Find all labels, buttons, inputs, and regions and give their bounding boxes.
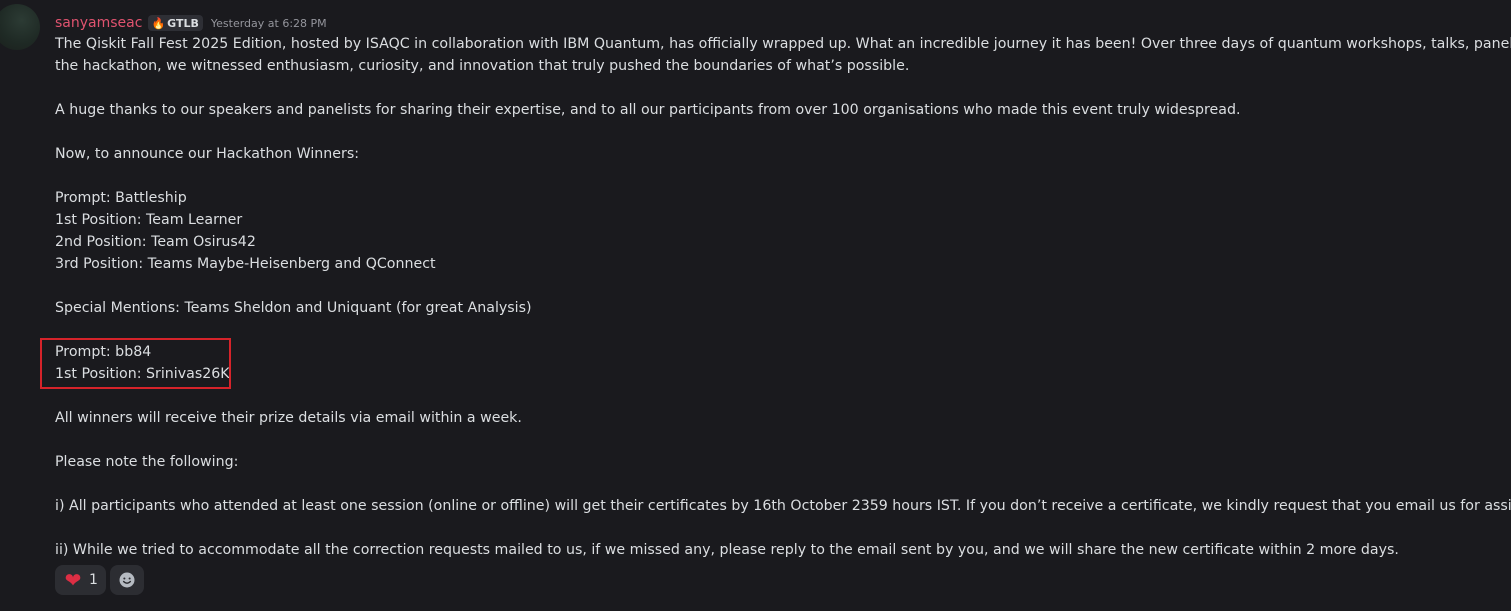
fire-icon: 🔥	[151, 16, 166, 30]
message-line	[55, 385, 1495, 407]
message-line	[55, 319, 1495, 341]
message-line: All winners will receive their prize det…	[55, 410, 522, 426]
reaction-heart[interactable]: ❤ 1	[55, 565, 106, 595]
message-line: the hackathon, we witnessed enthusiasm, …	[55, 58, 910, 74]
username[interactable]: sanyamseac	[55, 15, 142, 31]
message-line: ii) While we tried to accommodate all th…	[55, 542, 1399, 558]
message-content: The Qiskit Fall Fest 2025 Edition, hoste…	[55, 33, 1511, 561]
message-line: Special Mentions: Teams Sheldon and Uniq…	[55, 300, 532, 316]
message-line: Prompt: Battleship	[55, 190, 187, 206]
message-line: 2nd Position: Team Osirus42	[55, 234, 256, 250]
message-line	[55, 429, 1495, 451]
message-line	[55, 275, 1495, 297]
message-line: Now, to announce our Hackathon Winners:	[55, 146, 359, 162]
message-line: i) All participants who attended at leas…	[55, 498, 1511, 514]
server-tag-label: GTLB	[167, 16, 199, 30]
message-line	[55, 517, 1495, 539]
heart-icon: ❤	[64, 568, 82, 592]
reactions-bar: ❤ 1	[55, 565, 144, 595]
message-line: 1st Position: Team Learner	[55, 212, 243, 228]
message-header: sanyamseac 🔥 GTLB Yesterday at 6:28 PM	[55, 13, 327, 33]
message-line	[55, 165, 1495, 187]
server-tag-badge[interactable]: 🔥 GTLB	[148, 15, 203, 31]
message-line	[55, 121, 1495, 143]
message-line: The Qiskit Fall Fest 2025 Edition, hoste…	[55, 36, 1511, 52]
chat-message: sanyamseac 🔥 GTLB Yesterday at 6:28 PM T…	[0, 0, 1511, 611]
message-line: Please note the following:	[55, 454, 239, 470]
highlight-box	[40, 338, 231, 389]
message-line: 1st Position: Srinivas26K	[55, 366, 230, 382]
timestamp[interactable]: Yesterday at 6:28 PM	[211, 17, 327, 30]
message-line	[55, 77, 1495, 99]
message-line: Prompt: bb84	[55, 344, 152, 360]
message-line	[55, 473, 1495, 495]
avatar[interactable]	[0, 4, 40, 50]
add-reaction-icon	[119, 572, 135, 588]
message-line: A huge thanks to our speakers and paneli…	[55, 102, 1241, 118]
reaction-count: 1	[89, 572, 98, 588]
add-reaction-button[interactable]	[109, 565, 144, 595]
message-line: 3rd Position: Teams Maybe-Heisenberg and…	[55, 256, 436, 272]
